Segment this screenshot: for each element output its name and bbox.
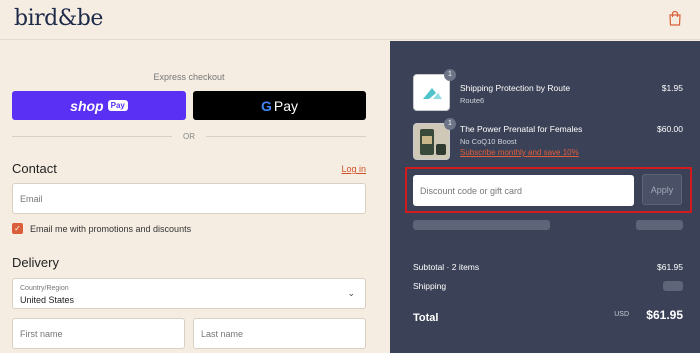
prenatal-product-thumbnail: [413, 123, 450, 160]
subtotal-label: Subtotal · 2 items: [413, 262, 480, 272]
total-value: $61.95: [646, 308, 683, 322]
subtotal-row: Subtotal · 2 items $61.95: [413, 262, 683, 272]
item-title: Shipping Protection by Route: [460, 83, 571, 93]
shipping-label: Shipping: [413, 281, 447, 291]
promo-checkbox-label: Email me with promotions and discounts: [30, 224, 192, 234]
country-label: Country/Region: [20, 285, 69, 292]
item-variant: No CoQ10 Boost: [460, 137, 517, 146]
first-name-field[interactable]: First name: [12, 318, 185, 349]
product-image-icon: [420, 129, 446, 155]
express-checkout-label: Express checkout: [153, 72, 225, 82]
total-row: Total USD $61.95: [413, 308, 683, 326]
shopping-bag-icon[interactable]: [669, 11, 681, 26]
login-link[interactable]: Log in: [341, 164, 366, 174]
chevron-down-icon: ⌄: [347, 288, 355, 298]
email-field[interactable]: Email: [12, 183, 366, 214]
shop-pay-wordmark: shop: [70, 97, 104, 114]
shipping-row: Shipping: [413, 281, 683, 291]
subscribe-link[interactable]: Subscribe monthly and save 10%: [460, 148, 579, 157]
site-header: bird&be: [0, 0, 700, 40]
last-name-field[interactable]: Last name: [193, 318, 366, 349]
discount-code-input[interactable]: Discount code or gift card: [413, 175, 634, 206]
item-variant: Route6: [460, 96, 485, 105]
promo-checkbox[interactable]: ✓: [12, 223, 23, 234]
apply-discount-button[interactable]: Apply: [642, 174, 682, 205]
item-price: $60.00: [657, 124, 683, 134]
order-summary: 1 Shipping Protection by Route Route6 $1…: [390, 41, 700, 353]
loading-placeholder: [636, 220, 683, 230]
route-logo-icon: [423, 88, 442, 99]
shop-pay-badge: Pay: [107, 100, 128, 111]
item-price: $1.95: [661, 83, 683, 93]
route-product-thumbnail: [413, 74, 450, 111]
item-quantity-badge: 1: [444, 118, 456, 130]
loading-placeholder: [413, 220, 550, 230]
google-pay-label: Pay: [273, 97, 298, 114]
google-pay-button[interactable]: G Pay: [193, 91, 366, 120]
item-title: The Power Prenatal for Females: [460, 124, 583, 134]
brand-logo[interactable]: bird&be: [14, 6, 103, 31]
total-label: Total: [413, 312, 439, 324]
subtotal-value: $61.95: [657, 262, 683, 272]
item-quantity-badge: 1: [444, 69, 456, 81]
shop-pay-button[interactable]: shop Pay: [12, 91, 186, 120]
country-value: United States: [20, 295, 75, 305]
shipping-loading-placeholder: [663, 281, 683, 291]
google-g-icon: G: [260, 97, 272, 114]
total-currency: USD: [614, 311, 629, 318]
country-select[interactable]: Country/Region United States ⌄: [12, 278, 366, 309]
divider-or-text: OR: [183, 132, 195, 141]
contact-heading: Contact: [12, 161, 57, 176]
checkout-form: Express checkout shop Pay G Pay OR Conta…: [0, 41, 390, 353]
delivery-heading: Delivery: [12, 255, 59, 270]
